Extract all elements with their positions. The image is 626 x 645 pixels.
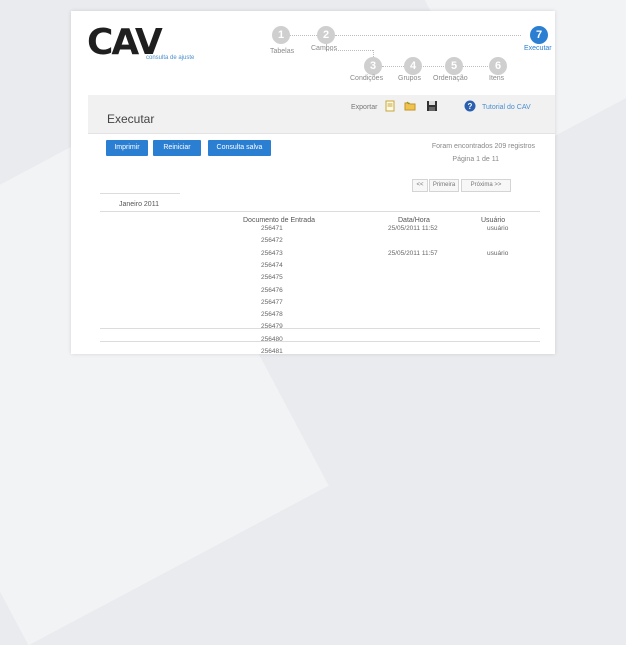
reset-button[interactable]: Reiniciar	[153, 140, 201, 156]
app-window: CAV consulta de ajuste 1 Tabelas 2 Campo…	[71, 11, 555, 354]
folder-icon[interactable]	[404, 99, 416, 111]
table-row[interactable]: 256472	[100, 237, 540, 249]
step-7-executar[interactable]: 7	[530, 26, 548, 44]
table-row[interactable]: 256477	[100, 299, 540, 311]
cell-document: 256476	[261, 286, 283, 294]
divider	[100, 341, 540, 342]
step-connector	[289, 35, 317, 36]
cell-document: 256479	[261, 323, 283, 331]
column-header-datetime[interactable]: Data/Hora	[398, 217, 430, 224]
help-icon[interactable]: ?	[464, 99, 476, 112]
export-label: Exportar	[351, 104, 378, 111]
step-4-grupos[interactable]: 4	[404, 57, 422, 75]
step-5-label: Ordenação	[433, 75, 468, 82]
cell-document: 256475	[261, 274, 283, 282]
step-1-tabelas[interactable]: 1	[272, 26, 290, 44]
saved-query-button[interactable]: Consulta salva	[208, 140, 271, 156]
step-6-itens[interactable]: 6	[489, 57, 507, 75]
step-3-condicoes[interactable]: 3	[364, 57, 382, 75]
table-row[interactable]: 256481	[100, 348, 540, 354]
pager-prev-button[interactable]: <<	[412, 179, 428, 192]
page-title: Executar	[107, 112, 155, 126]
step-2-campos[interactable]: 2	[317, 26, 335, 44]
cell-document: 256474	[261, 261, 283, 269]
step-5-ordenacao[interactable]: 5	[445, 57, 463, 75]
save-icon[interactable]	[426, 99, 438, 111]
table-row[interactable]: 256479	[100, 323, 540, 335]
pager-next-button[interactable]: Próxima >>	[461, 179, 511, 192]
cell-document: 256481	[261, 348, 283, 354]
cell-user: usuário	[487, 249, 509, 257]
table-row[interactable]: 256475	[100, 274, 540, 286]
step-connector	[335, 35, 521, 36]
step-connector	[382, 66, 498, 67]
step-4-label: Grupos	[398, 75, 421, 82]
table-row[interactable]: 256474	[100, 262, 540, 274]
group-label: Janeiro 2011	[119, 201, 159, 208]
print-button[interactable]: Imprimir	[106, 140, 148, 156]
page-info: Página 1 de 11	[452, 156, 499, 163]
step-7-label: Executar	[524, 45, 552, 52]
app-logo-subtitle: consulta de ajuste	[146, 55, 195, 61]
table-row[interactable]: 256471 25/05/2011 11:52 usuário	[100, 225, 540, 237]
cell-datetime: 25/05/2011 11:52	[388, 225, 438, 232]
column-header-document[interactable]: Documento de Entrada	[243, 217, 315, 224]
table-row[interactable]: 256473 25/05/2011 11:57 usuário	[100, 250, 540, 262]
cell-document: 256471	[261, 225, 283, 232]
column-header-user[interactable]: Usuário	[481, 217, 505, 224]
cell-document: 256472	[261, 237, 283, 245]
step-3-label: Condições	[350, 75, 384, 82]
results-summary: Foram encontrados 209 registros	[431, 143, 535, 150]
cell-datetime: 25/05/2011 11:57	[388, 249, 438, 257]
cell-user: usuário	[487, 225, 509, 232]
cell-document: 256473	[261, 249, 283, 257]
cell-document: 256477	[261, 298, 283, 306]
step-6-label: Itens	[489, 75, 505, 82]
document-icon[interactable]	[384, 99, 396, 112]
step-1-label: Tabelas	[270, 48, 295, 55]
divider	[100, 211, 540, 212]
table-row[interactable]: 256478	[100, 311, 540, 323]
divider	[100, 193, 180, 194]
step-2-label: Campos	[311, 45, 338, 52]
cell-document: 256478	[261, 311, 283, 319]
help-link[interactable]: Tutorial do CAV	[482, 104, 531, 111]
divider	[100, 328, 540, 329]
pager-first-button[interactable]: Primeira	[429, 179, 459, 192]
table-row[interactable]: 256476	[100, 287, 540, 299]
svg-text:?: ?	[468, 102, 473, 111]
page-header: Executar Exportar ? Tutorial do CAV	[88, 95, 555, 134]
